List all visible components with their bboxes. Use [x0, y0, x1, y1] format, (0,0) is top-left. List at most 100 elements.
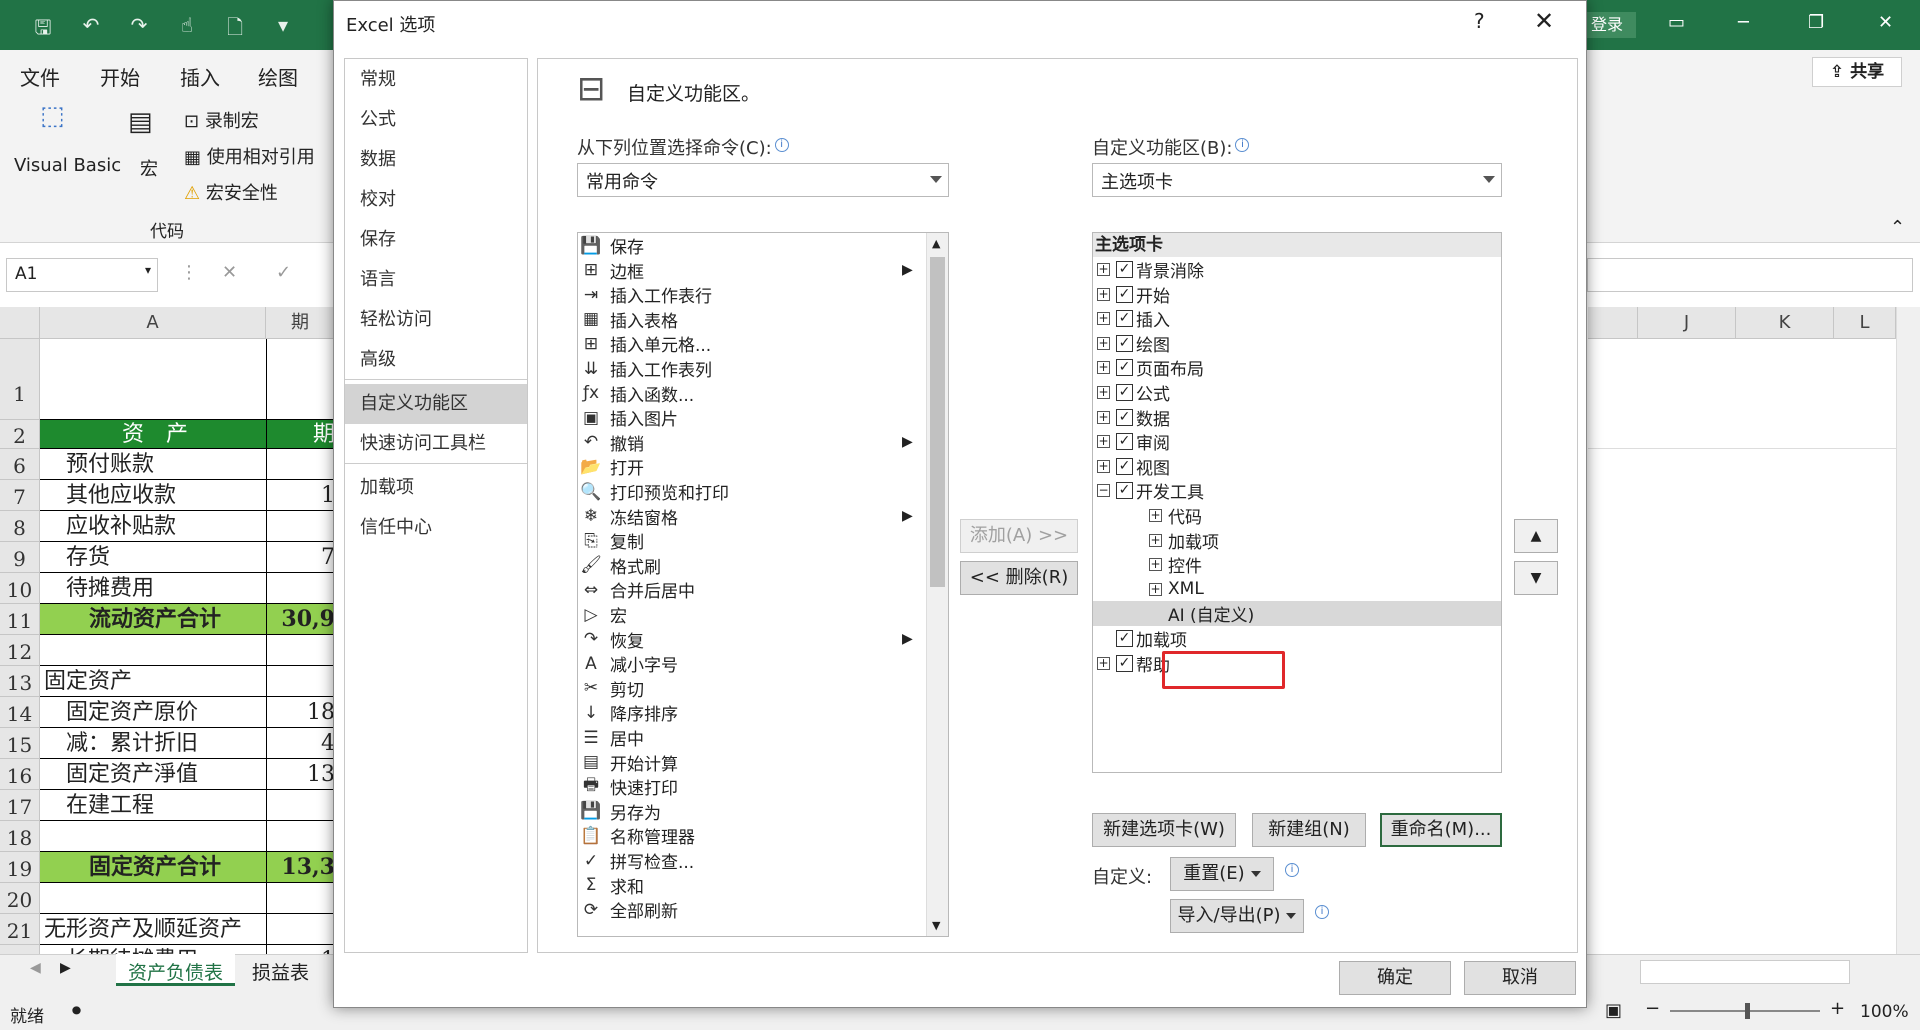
rename-button[interactable]: 重命名(M)...	[1380, 813, 1502, 847]
nav-item[interactable]: 常规	[345, 60, 527, 100]
close-button[interactable]: ✕	[1534, 7, 1554, 35]
cell[interactable]: 减：累计折旧	[40, 728, 266, 759]
column-header-k[interactable]: K	[1736, 307, 1834, 339]
tree-item[interactable]: + XML	[1149, 577, 1204, 602]
new-group-button[interactable]: 新建组(N)	[1252, 813, 1366, 847]
command-item[interactable]: ⟳ 全部刷新	[578, 897, 678, 923]
command-item[interactable]: ⎘ 复制	[578, 528, 644, 554]
cell[interactable]	[266, 449, 335, 480]
cell[interactable]: 固定资产原价	[40, 697, 266, 728]
cell[interactable]	[40, 821, 266, 852]
scroll-thumb[interactable]	[930, 257, 945, 587]
visual-basic-button[interactable]: Visual Basic	[14, 155, 121, 176]
nav-item[interactable]: 校对	[345, 180, 527, 220]
cell[interactable]: 30,9	[266, 604, 335, 635]
cell[interactable]: 18	[266, 697, 335, 728]
row-header[interactable]: 12	[0, 635, 40, 666]
command-item[interactable]: 📂 打开	[578, 454, 644, 480]
sheet-tab-income[interactable]: 损益表	[240, 954, 321, 986]
ribbon-tree[interactable]: 主选项卡 + ✓ 背景消除 + ✓ 开始 + ✓ 插入 + ✓ 绘图 + ✓ 页面布局 + ✓ 公式 + ✓ 数据 + ✓ 审…	[1092, 232, 1502, 773]
row-header[interactable]: 2	[0, 420, 40, 449]
nav-item[interactable]: 加载项	[345, 468, 527, 508]
cell[interactable]	[266, 511, 335, 542]
expand-icon[interactable]: +	[1097, 435, 1110, 449]
tree-item[interactable]: + ✓ 公式	[1097, 380, 1170, 405]
zoom-slider-thumb[interactable]	[1745, 1003, 1750, 1019]
command-item[interactable]: 📋 名称管理器	[578, 823, 695, 849]
checkbox[interactable]: ✓	[1116, 359, 1133, 377]
save-icon[interactable]: 🖫	[30, 13, 56, 47]
command-item[interactable]: ⊞ 边框	[578, 258, 644, 283]
move-down-button[interactable]: ▼	[1514, 561, 1558, 595]
checkbox[interactable]: ✓	[1116, 457, 1133, 475]
expand-icon[interactable]: +	[1097, 386, 1110, 399]
horizontal-scrollbar[interactable]	[1640, 960, 1850, 984]
record-macro-button[interactable]: ⊡ 录制宏	[184, 107, 259, 133]
import-export-button[interactable]: 导入/导出(P)	[1170, 899, 1304, 933]
commands-list-scrollbar[interactable]: ▲ ▼	[926, 233, 948, 936]
cell[interactable]: 固定资产	[40, 666, 266, 697]
tab-insert[interactable]: 插入	[180, 62, 220, 91]
cell[interactable]: 存货	[40, 542, 266, 573]
nav-item[interactable]: 自定义功能区	[345, 384, 527, 424]
expand-icon[interactable]: +	[1149, 558, 1162, 572]
zoom-slider[interactable]	[1670, 1003, 1820, 1019]
row-header[interactable]: 20	[0, 883, 40, 914]
cell[interactable]: 待摊费用	[40, 573, 266, 604]
command-item[interactable]: 🖌 格式刷	[578, 553, 661, 578]
expand-icon[interactable]: +	[1097, 656, 1110, 670]
expand-icon[interactable]: +	[1097, 459, 1110, 473]
row-header[interactable]: 14	[0, 697, 40, 728]
nav-item[interactable]: 信任中心	[345, 508, 527, 548]
row-header[interactable]: 11	[0, 604, 40, 635]
add-button[interactable]: 添加(A) >>	[960, 519, 1078, 553]
command-item[interactable]: 🔍 打印预览和打印	[578, 479, 729, 505]
tree-item[interactable]: − ✓ 开发工具	[1097, 478, 1204, 503]
tree-item[interactable]: + ✓ 插入	[1097, 306, 1170, 331]
row-1-right[interactable]	[1588, 339, 1896, 449]
checkbox[interactable]: ✓	[1116, 261, 1133, 278]
expand-icon[interactable]: +	[1149, 582, 1162, 596]
command-item[interactable]: ↷ 恢复	[578, 627, 644, 652]
zoom-level[interactable]: 100%	[1860, 1002, 1909, 1022]
command-item[interactable]: ↶ 撤销	[578, 430, 644, 455]
ok-button[interactable]: 确定	[1339, 961, 1451, 995]
select-all-corner[interactable]	[0, 307, 40, 339]
command-item[interactable]: ✓ 拼写检查...	[578, 848, 694, 874]
restore-icon[interactable]: ❐	[1808, 12, 1824, 33]
nav-item[interactable]: 高级	[345, 340, 527, 380]
tab-draw[interactable]: 绘图	[258, 62, 298, 91]
column-header-b[interactable]: 期	[266, 307, 335, 339]
checkbox[interactable]: ✓	[1116, 630, 1133, 647]
command-item[interactable]: ⇊ 插入工作表列	[578, 356, 712, 382]
command-item[interactable]: ⇥ 插入工作表行	[578, 282, 712, 308]
expand-icon[interactable]: +	[1097, 336, 1110, 350]
column-header-l[interactable]: L	[1834, 307, 1896, 339]
nav-item[interactable]: 公式	[345, 100, 527, 140]
ribbon-display-options-icon[interactable]: ▭	[1668, 12, 1685, 33]
cell[interactable]	[40, 635, 266, 666]
command-item[interactable]: 💾 保存	[578, 233, 644, 259]
tab-scroll-right-icon[interactable]: ▶	[60, 960, 71, 976]
cell[interactable]: 1	[266, 945, 335, 954]
cell[interactable]: 固定资产合计	[40, 852, 266, 883]
choose-commands-dropdown[interactable]: 常用命令	[577, 163, 949, 197]
row-header[interactable]: 15	[0, 728, 40, 759]
expand-icon[interactable]: +	[1097, 410, 1110, 424]
row-header[interactable]: 6	[0, 449, 40, 480]
tree-item[interactable]: + ✓ 视图	[1097, 454, 1170, 479]
tree-item[interactable]: + ✓ 背景消除	[1097, 257, 1204, 282]
checkbox[interactable]: ✓	[1116, 285, 1133, 303]
cell[interactable]	[40, 339, 266, 420]
page-layout-view-icon[interactable]: ▣	[1605, 1000, 1622, 1021]
row-header[interactable]: 1	[0, 339, 40, 420]
row-header[interactable]: 7	[0, 480, 40, 511]
command-item[interactable]: ✂ 剪切	[578, 676, 644, 701]
window-close-icon[interactable]: ✕	[1878, 12, 1893, 33]
cell[interactable]	[266, 883, 335, 914]
tree-item[interactable]: + ✓ 开始	[1097, 282, 1170, 307]
tab-scroll-left-icon[interactable]: ◀	[30, 960, 41, 976]
cell[interactable]: 资 产	[40, 420, 266, 449]
row-header[interactable]: 13	[0, 666, 40, 697]
tree-item[interactable]: + ✓ 帮助	[1097, 651, 1170, 676]
